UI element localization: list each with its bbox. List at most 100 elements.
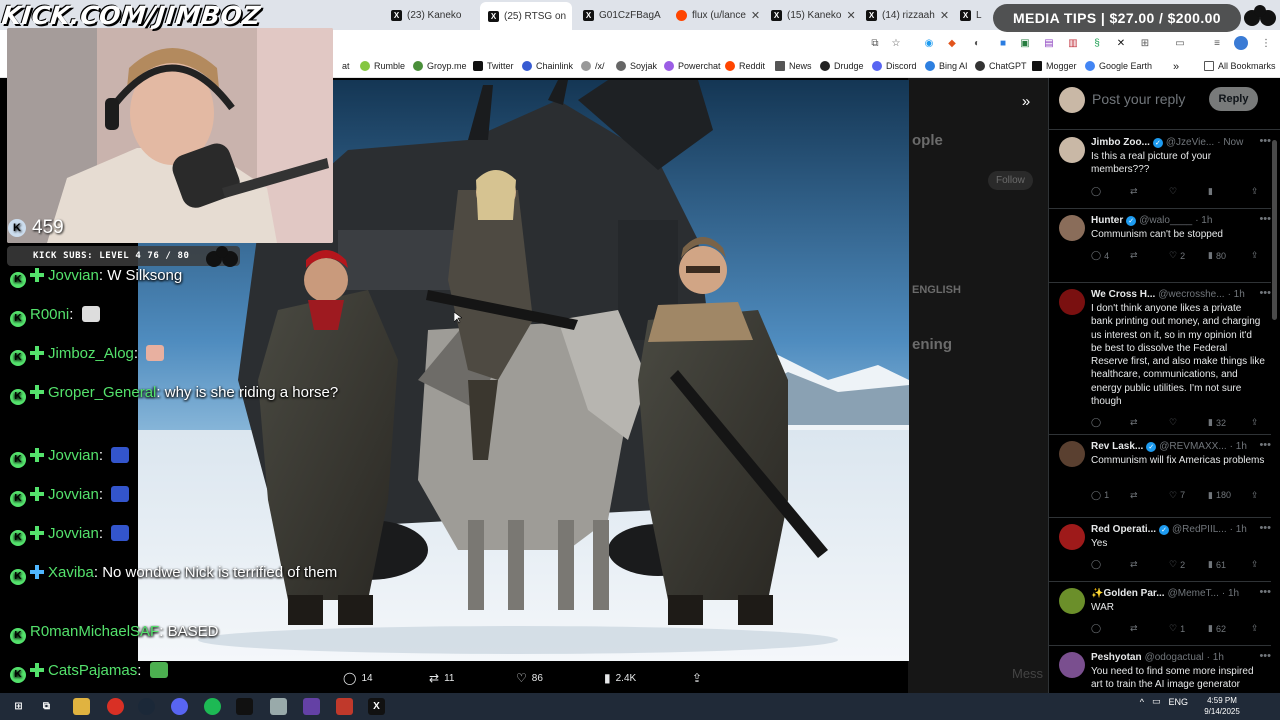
share-button[interactable]: ⇪ bbox=[1251, 559, 1259, 570]
chat-username[interactable]: R0manMichaelSAF bbox=[30, 623, 159, 640]
bookmark-item[interactable]: Drudge bbox=[820, 61, 864, 71]
extension-icon[interactable]: § bbox=[1090, 36, 1104, 50]
reply-item[interactable]: Rev Lask... ✓ @REVMAXX... · 1h ••• Communism … bbox=[1049, 435, 1271, 518]
tab-close-icon[interactable]: ✕ bbox=[846, 9, 855, 22]
app-icon[interactable] bbox=[303, 698, 320, 715]
like-button[interactable]: ♡ 7 bbox=[1169, 490, 1185, 501]
bookmark-item[interactable]: Discord bbox=[872, 61, 917, 71]
like-button[interactable]: ♡ 2 bbox=[1169, 559, 1185, 570]
share-button[interactable]: ⇪ bbox=[1251, 490, 1259, 501]
reply-timestamp[interactable]: · 1h bbox=[1222, 588, 1239, 599]
reply-timestamp[interactable]: · 1h bbox=[1230, 441, 1247, 452]
bookmarks-overflow-button[interactable]: » bbox=[1173, 61, 1179, 73]
avatar[interactable] bbox=[1059, 652, 1085, 678]
reply-item[interactable]: Hunter ✓ @walo____ · 1h ••• Communism can't b… bbox=[1049, 209, 1271, 283]
bookmark-item[interactable]: Twitter bbox=[473, 61, 514, 71]
profile-avatar-icon[interactable] bbox=[1234, 36, 1248, 50]
reading-list-icon[interactable]: ≡ bbox=[1210, 36, 1224, 50]
reply-button[interactable]: ◯ bbox=[1091, 559, 1104, 570]
avatar[interactable] bbox=[1059, 441, 1085, 467]
repost-button[interactable]: ⇄ bbox=[1130, 417, 1141, 428]
bookmark-star-icon[interactable]: ☆ bbox=[889, 36, 903, 50]
extension-icon[interactable]: ◉ bbox=[922, 36, 936, 50]
repost-button[interactable]: ⇄ bbox=[1130, 250, 1141, 261]
network-icon[interactable]: ▭ bbox=[1152, 696, 1161, 707]
chat-username[interactable]: Jovvian bbox=[48, 447, 99, 464]
share-button[interactable]: ⇪ bbox=[1251, 417, 1259, 428]
app-icon[interactable] bbox=[270, 698, 287, 715]
expand-replies-button[interactable]: » bbox=[1014, 89, 1038, 113]
browser-tab[interactable]: X (15) Kaneko ✕ bbox=[763, 4, 855, 26]
language-indicator[interactable]: ENG bbox=[1168, 697, 1188, 707]
like-button[interactable]: ♡ 1 bbox=[1169, 623, 1185, 634]
bookmark-item[interactable]: Rumble bbox=[360, 61, 405, 71]
reply-input[interactable]: Post your reply bbox=[1092, 91, 1185, 107]
extension-icon[interactable]: ■ bbox=[996, 36, 1010, 50]
reply-item[interactable]: We Cross H... @wecrosshe... · 1h ••• I don't… bbox=[1049, 283, 1271, 435]
windows-start-icon[interactable]: ⊞ bbox=[10, 698, 27, 715]
install-app-icon[interactable]: ⧉ bbox=[868, 36, 882, 50]
reply-item[interactable]: Red Operati... ✓ @RedPIIL... · 1h ••• Yes ◯ ⇄ ♡ 2… bbox=[1049, 518, 1271, 582]
reply-timestamp[interactable]: · 1h bbox=[1230, 524, 1247, 535]
views-button[interactable]: ▮ 61 bbox=[1208, 559, 1226, 570]
app-icon[interactable] bbox=[336, 698, 353, 715]
views-button[interactable]: ▮ 62 bbox=[1208, 623, 1226, 634]
views-button[interactable]: ▮ 80 bbox=[1208, 250, 1226, 261]
more-options-icon[interactable]: ••• bbox=[1259, 586, 1271, 598]
task-view-icon[interactable]: ⧉ bbox=[38, 698, 55, 715]
more-options-icon[interactable]: ••• bbox=[1259, 650, 1271, 662]
like-button[interactable]: ♡ 2 bbox=[1169, 250, 1185, 261]
reply-author-handle[interactable]: @walo____ bbox=[1139, 215, 1192, 226]
replies-scrollbar[interactable] bbox=[1272, 140, 1277, 320]
bookmark-item[interactable]: at bbox=[342, 61, 350, 71]
share-button[interactable]: ⇪ bbox=[1251, 186, 1259, 197]
reply-author-name[interactable]: We Cross H... bbox=[1091, 289, 1155, 300]
reply-author-handle[interactable]: @MemeT... bbox=[1168, 588, 1219, 599]
reply-timestamp[interactable]: · 1h bbox=[1195, 215, 1212, 226]
browser-menu-icon[interactable]: ⋮ bbox=[1259, 36, 1273, 50]
reply-author-name[interactable]: Jimbo Zoo... bbox=[1091, 137, 1150, 148]
browser-tab[interactable]: X G01CzFBagA ✕ bbox=[575, 4, 665, 26]
extension-icon[interactable]: ◐ bbox=[970, 36, 984, 50]
reply-author-name[interactable]: Rev Lask... bbox=[1091, 441, 1143, 452]
spotify-icon[interactable] bbox=[204, 698, 221, 715]
bookmark-item[interactable]: /x/ bbox=[581, 61, 605, 71]
reply-button[interactable]: ◯ 1 bbox=[1091, 490, 1109, 501]
bookmark-item[interactable]: ChatGPT bbox=[975, 61, 1027, 71]
bookmark-item[interactable]: Powerchat bbox=[664, 61, 721, 71]
bookmark-item[interactable]: Mogger bbox=[1032, 61, 1077, 71]
browser-tab[interactable]: X L bbox=[952, 4, 992, 26]
share-button[interactable]: ⇪ bbox=[1251, 250, 1259, 261]
reply-item[interactable]: Jimbo Zoo... ✓ @JzeVie... · Now ••• Is this a… bbox=[1049, 131, 1271, 209]
chat-username[interactable]: Jovvian bbox=[48, 486, 99, 503]
reply-author-handle[interactable]: @RedPIIL... bbox=[1172, 524, 1227, 535]
reply-button[interactable]: ◯ bbox=[1091, 417, 1104, 428]
discord-icon[interactable] bbox=[171, 698, 188, 715]
share-button[interactable]: ⇪ bbox=[692, 671, 702, 685]
browser-tab[interactable]: X (14) rizzaah ✕ bbox=[858, 4, 950, 26]
chat-username[interactable]: Jimboz_Alog bbox=[48, 345, 134, 362]
extension-icon[interactable]: ◆ bbox=[945, 36, 959, 50]
more-options-icon[interactable]: ••• bbox=[1259, 287, 1271, 299]
bookmark-item[interactable]: Bing AI bbox=[925, 61, 968, 71]
chat-username[interactable]: CatsPajamas bbox=[48, 662, 137, 679]
chat-username[interactable]: Jovvian bbox=[48, 267, 99, 284]
all-bookmarks-button[interactable]: All Bookmarks bbox=[1204, 61, 1276, 71]
reply-button[interactable]: ◯ bbox=[1091, 623, 1104, 634]
chrome-icon[interactable] bbox=[107, 698, 124, 715]
reply-author-name[interactable]: Red Operati... bbox=[1091, 524, 1156, 535]
reply-timestamp[interactable]: · 1h bbox=[1207, 652, 1224, 663]
chat-username[interactable]: Jovvian bbox=[48, 525, 99, 542]
more-options-icon[interactable]: ••• bbox=[1259, 522, 1271, 534]
taskbar-clock[interactable]: 4:59 PM 9/14/2025 bbox=[1192, 695, 1252, 717]
reply-author-handle[interactable]: @JzeVie... bbox=[1166, 137, 1214, 148]
views-button[interactable]: ▮ 32 bbox=[1208, 417, 1226, 428]
bookmark-item[interactable]: Google Earth bbox=[1085, 61, 1152, 71]
repost-button[interactable]: ⇄ bbox=[1130, 490, 1141, 501]
reply-author-handle[interactable]: @odogactual bbox=[1145, 652, 1204, 663]
reply-author-handle[interactable]: @wecrosshe... bbox=[1158, 289, 1224, 300]
reply-button[interactable]: ◯ bbox=[1091, 186, 1104, 197]
chat-username[interactable]: Groper_General bbox=[48, 384, 156, 401]
bookmark-item[interactable]: Soyjak bbox=[616, 61, 657, 71]
views-button[interactable]: ▮ bbox=[1208, 186, 1216, 197]
